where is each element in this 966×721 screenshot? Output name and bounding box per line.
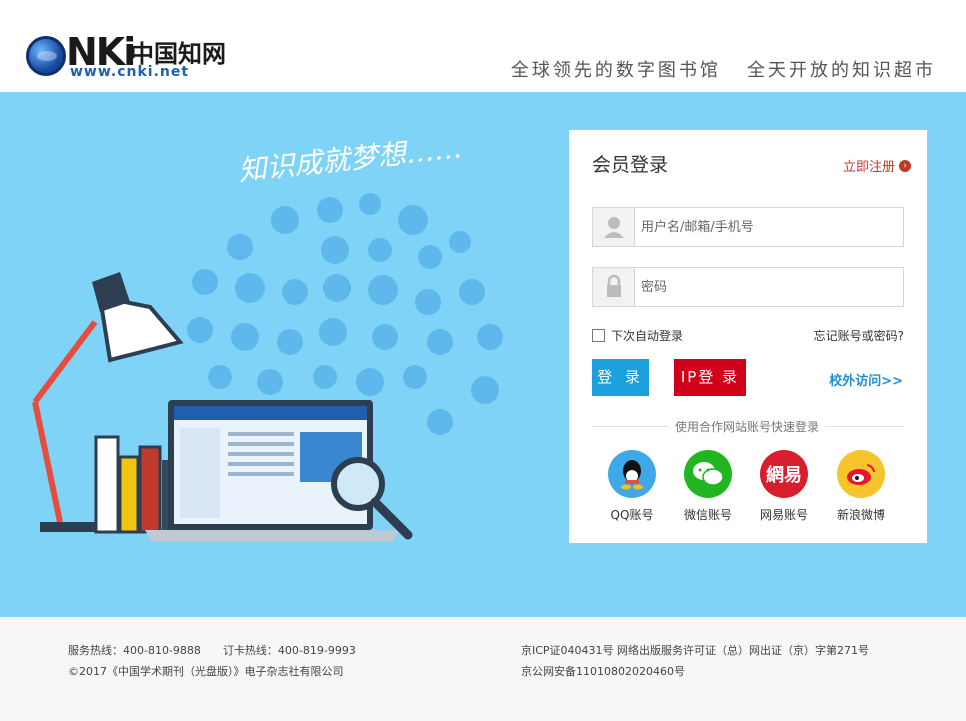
- lock-icon: [593, 268, 635, 306]
- ip-login-button[interactable]: IP登 录: [674, 359, 746, 396]
- qq-login[interactable]: QQ账号: [602, 450, 662, 523]
- login-title: 会员登录: [592, 154, 669, 176]
- header: NKi 中国知网 www.cnki.net 全球领先的数字图书馆 全天开放的知识…: [0, 0, 966, 92]
- weibo-icon: [837, 450, 885, 498]
- police-record[interactable]: 京公网安备11010802020460号: [521, 663, 685, 679]
- wechat-label: 微信账号: [683, 508, 732, 522]
- remember-label: 下次自动登录: [611, 329, 684, 343]
- remember-checkbox[interactable]: [592, 329, 605, 342]
- netease-icon: 網易: [760, 450, 808, 498]
- login-button[interactable]: 登 录: [592, 359, 649, 396]
- wechat-icon: [684, 450, 732, 498]
- footer: 服务热线：400-810-9888 订卡热线：400-819-9993 ©2017…: [0, 617, 966, 721]
- chevron-right-icon: ›: [899, 159, 911, 172]
- forgot-password-link[interactable]: 忘记账号或密码?: [814, 327, 904, 344]
- register-link[interactable]: 立即注册 ›: [843, 156, 911, 175]
- password-field[interactable]: [592, 267, 904, 307]
- username-input[interactable]: [641, 216, 891, 238]
- copyright: ©2017《中国学术期刊（光盘版）》电子杂志社有限公司: [68, 665, 344, 678]
- weibo-label: 新浪微博: [836, 508, 885, 522]
- logo-url: www.cnki.net: [70, 64, 190, 80]
- order-hotline: 订卡热线：400-819-9993: [222, 644, 356, 657]
- offsite-access-link[interactable]: 校外访问>>: [829, 370, 903, 389]
- globe-icon: [26, 36, 66, 76]
- remember-me[interactable]: 下次自动登录: [592, 327, 683, 344]
- netease-login[interactable]: 網易 网易账号: [754, 450, 814, 523]
- banner: 知识成就梦想…… 会员登录 立即注册 › 用户名/邮箱/手机号 下次自动登录 忘…: [0, 92, 966, 617]
- cnki-logo[interactable]: NKi 中国知网 www.cnki.net: [26, 30, 226, 82]
- register-label: 立即注册: [842, 160, 895, 175]
- netease-label: 网易账号: [759, 508, 808, 522]
- password-input[interactable]: [641, 276, 891, 298]
- weibo-login[interactable]: 新浪微博: [831, 450, 891, 523]
- icon-cloud: [187, 193, 503, 435]
- wechat-login[interactable]: 微信账号: [678, 450, 738, 523]
- books: [94, 435, 178, 534]
- username-field[interactable]: [592, 207, 904, 247]
- service-hotline: 服务热线：400-810-9888: [68, 644, 201, 657]
- hotlines: 服务热线：400-810-9888 订卡热线：400-819-9993: [68, 642, 356, 658]
- icp-license[interactable]: 京ICP证040431号 网络出版服务许可证（总）网出证（京）字第271号: [521, 642, 869, 658]
- banner-tagline: 知识成就梦想……: [237, 131, 463, 187]
- quick-login-label: 使用合作网站账号快速登录: [669, 418, 826, 435]
- login-panel: 会员登录 立即注册 › 下次自动登录 忘记账号或密码? 登 录 IP登 录 校外…: [569, 130, 927, 543]
- user-icon: [593, 208, 635, 246]
- qq-icon: [608, 450, 656, 498]
- qq-label: QQ账号: [610, 508, 654, 522]
- banner-illustration: 知识成就梦想……: [32, 131, 503, 542]
- slogan: 全球领先的数字图书馆 全天开放的知识超市: [510, 60, 936, 81]
